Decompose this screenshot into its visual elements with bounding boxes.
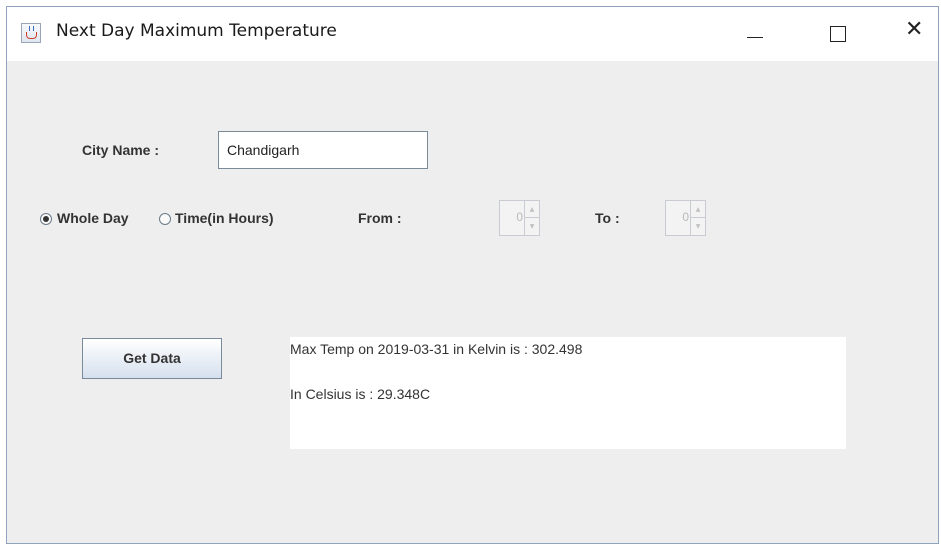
minimize-icon [747, 37, 763, 38]
kelvin-result-text: Max Temp on 2019-03-31 in Kelvin is : 30… [290, 341, 583, 357]
celsius-result-text: In Celsius is : 29.348C [290, 386, 431, 402]
result-text-area[interactable]: Max Temp on 2019-03-31 in Kelvin is : 30… [290, 337, 846, 449]
spinner-down-icon[interactable]: ▼ [525, 218, 539, 235]
maximize-button[interactable] [813, 7, 873, 61]
title-bar[interactable]: Next Day Maximum Temperature ✕ [7, 7, 938, 61]
cup-mark [26, 32, 37, 39]
spinner-up-icon[interactable]: ▲ [525, 201, 539, 218]
from-spinner[interactable]: 0 ▲ ▼ [499, 200, 540, 236]
window-title: Next Day Maximum Temperature [56, 21, 337, 41]
from-spinner-value[interactable]: 0 [516, 210, 523, 224]
to-spinner-value[interactable]: 0 [682, 210, 689, 224]
minimize-button[interactable] [729, 7, 789, 61]
to-label: To : [595, 210, 620, 226]
get-data-button[interactable]: Get Data [82, 338, 222, 379]
java-icon[interactable] [21, 23, 41, 43]
city-name-input[interactable] [218, 131, 428, 169]
steam-mark [29, 26, 34, 31]
whole-day-label[interactable]: Whole Day [57, 210, 129, 226]
to-spinner[interactable]: 0 ▲ ▼ [665, 200, 706, 236]
from-spinner-arrows: ▲ ▼ [524, 201, 539, 235]
maximize-icon [830, 26, 846, 42]
close-button[interactable]: ✕ [881, 7, 938, 61]
from-label: From : [358, 210, 402, 226]
close-icon: ✕ [905, 17, 924, 42]
time-in-hours-radio[interactable] [159, 213, 171, 225]
time-in-hours-label[interactable]: Time(in Hours) [175, 210, 274, 226]
to-spinner-arrows: ▲ ▼ [690, 201, 705, 235]
spinner-down-icon[interactable]: ▼ [691, 218, 705, 235]
app-window: Next Day Maximum Temperature ✕ City Name… [6, 6, 939, 544]
whole-day-radio[interactable] [40, 213, 52, 225]
city-name-label: City Name : [82, 142, 160, 158]
spinner-up-icon[interactable]: ▲ [691, 201, 705, 218]
